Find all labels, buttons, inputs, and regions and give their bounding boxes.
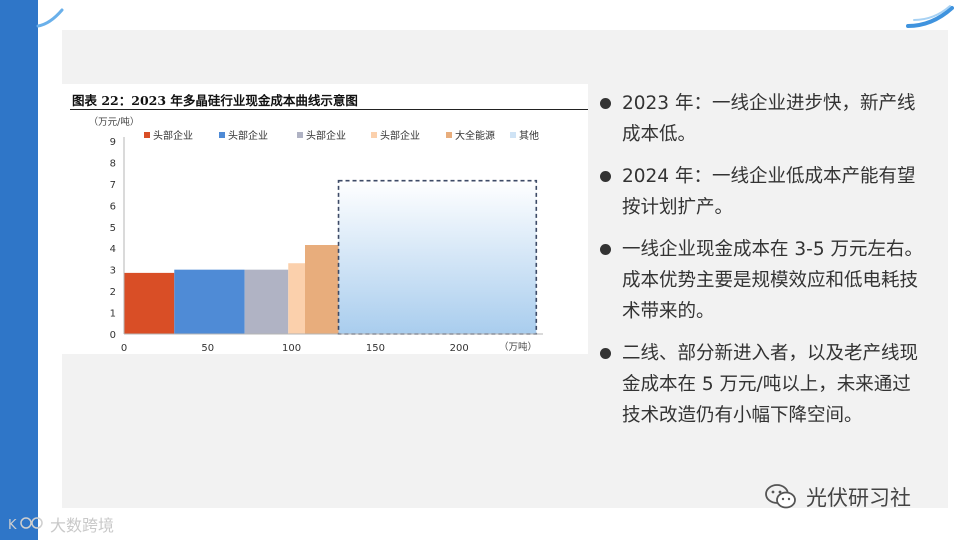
legend-label: 头部企业	[380, 129, 420, 142]
wechat-account-badge: 光伏研习社	[764, 482, 911, 512]
bullet-item: 一线企业现金成本在 3-5 万元左右。成本优势主要是规模效应和低电耗技术带来的。	[598, 234, 928, 327]
watermark-logo-icon: K	[8, 517, 43, 533]
bullet-dot-icon	[600, 98, 611, 109]
x-tick-label: 150	[366, 343, 385, 354]
legend-label: 头部企业	[153, 129, 193, 142]
legend-label: 其他	[519, 129, 539, 142]
watermark-text: 大数跨境	[50, 516, 115, 535]
chart-figure: 图表 22：2023 年多晶硅行业现金成本曲线示意图 0 1 2 3 4 5 6 7 8 9 0 50…	[60, 84, 588, 354]
chart-bar	[305, 245, 339, 334]
bullet-item: 2024 年：一线企业低成本产能有望按计划扩产。	[598, 161, 928, 223]
bullet-dot-icon	[600, 171, 611, 182]
wechat-icon	[765, 484, 796, 509]
bullet-dot-icon	[600, 348, 611, 359]
legend-swatch	[219, 132, 225, 138]
legend-swatch	[144, 132, 150, 138]
x-tick-label: 200	[450, 343, 469, 354]
chart-bar	[244, 269, 289, 334]
legend-label: 头部企业	[228, 129, 268, 142]
legend-swatch	[371, 132, 377, 138]
left-accent-bar	[0, 0, 38, 540]
cost-curve-chart: 0 1 2 3 4 5 6 7 8 9 0 50 100 150 200 （万元/吨） （万吨） 头部企业 头部企业…	[89, 116, 543, 354]
bullet-text: 2024 年：一线企业低成本产能有望按计划扩产。	[622, 166, 916, 218]
legend-label: 大全能源	[455, 129, 495, 142]
y-tick-label: 0	[110, 330, 116, 341]
swoosh-decoration-left	[36, 8, 64, 28]
bullet-text: 一线企业现金成本在 3-5 万元左右。成本优势主要是规模效应和低电耗技术带来的。	[622, 239, 923, 322]
bullet-item: 2023 年：一线企业进步快，新产线成本低。	[598, 88, 928, 150]
watermark: K 大数跨境	[8, 512, 114, 536]
bullet-item: 二线、部分新进入者，以及老产线现金成本在 5 万元/吨以上，未来通过技术改造仍有…	[598, 338, 928, 431]
y-tick-label: 5	[110, 223, 116, 234]
bullet-text: 二线、部分新进入者，以及老产线现金成本在 5 万元/吨以上，未来通过技术改造仍有…	[622, 343, 919, 426]
y-tick-label: 7	[110, 180, 116, 191]
y-tick-label: 1	[110, 309, 116, 320]
bullet-list: 2023 年：一线企业进步快，新产线成本低。 2024 年：一线企业低成本产能有…	[598, 88, 928, 442]
y-tick-label: 2	[110, 287, 116, 298]
bullet-dot-icon	[600, 244, 611, 255]
legend-swatch	[297, 132, 303, 138]
y-tick-label: 9	[110, 137, 116, 148]
wechat-account-name: 光伏研习社	[806, 486, 911, 510]
legend-swatch	[446, 132, 452, 138]
y-tick-label: 8	[110, 158, 116, 169]
swoosh-decoration-right	[906, 5, 954, 28]
chart-bar-other	[337, 179, 538, 335]
y-tick-label: 4	[110, 244, 116, 255]
chart-bar	[174, 269, 245, 334]
chart-bar	[288, 263, 306, 334]
svg-text:K: K	[8, 518, 17, 533]
chart-bar	[124, 272, 175, 334]
y-tick-label: 6	[110, 201, 116, 212]
x-tick-label: 0	[121, 343, 127, 354]
x-axis-label: （万吨）	[499, 341, 537, 353]
legend-label: 头部企业	[306, 129, 346, 142]
legend-swatch	[510, 132, 516, 138]
y-axis-label: （万元/吨）	[89, 116, 140, 128]
bullet-text: 2023 年：一线企业进步快，新产线成本低。	[622, 93, 916, 145]
x-tick-label: 50	[201, 343, 214, 354]
y-tick-label: 3	[110, 266, 116, 277]
x-tick-label: 100	[282, 343, 301, 354]
